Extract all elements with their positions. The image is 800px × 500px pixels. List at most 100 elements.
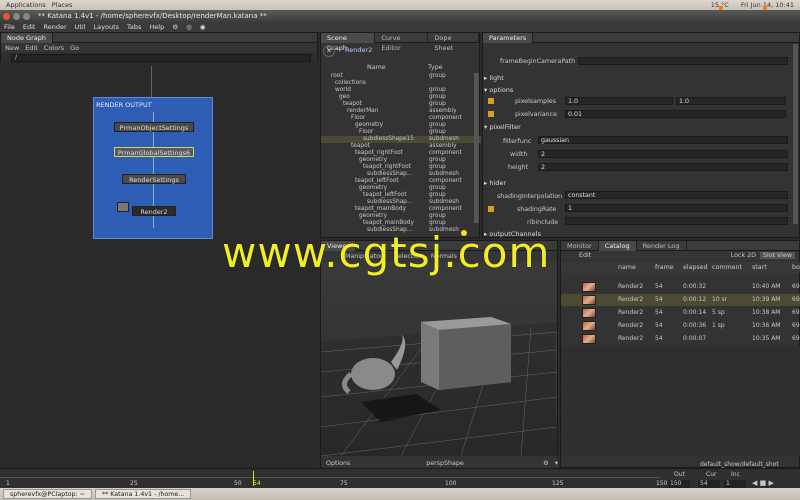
- render-icon[interactable]: ◉: [196, 23, 210, 31]
- catalog-menu-edit[interactable]: Edit: [579, 252, 591, 259]
- section-light[interactable]: ▸ light: [484, 74, 504, 82]
- catalog-cell-comment[interactable]: 1 sp: [712, 320, 725, 332]
- tab-node-graph[interactable]: Node Graph: [1, 32, 53, 43]
- scenegraph-scrollbar[interactable]: [474, 73, 479, 223]
- render-thumbnail[interactable]: [582, 282, 596, 292]
- render-thumbnail[interactable]: [582, 295, 596, 305]
- tab-catalog[interactable]: Catalog: [598, 240, 637, 251]
- menu-util[interactable]: Util: [71, 23, 90, 31]
- viewer-3d-viewport[interactable]: [321, 262, 557, 456]
- param-filterfunc-dropdown[interactable]: gaussian: [538, 136, 788, 144]
- param-shading-rate-field[interactable]: 1: [565, 204, 788, 212]
- scenegraph-row[interactable]: subdiessShap... subdmesh: [321, 199, 481, 206]
- scenegraph-row[interactable]: collections: [321, 80, 481, 87]
- taskbar-item-katana[interactable]: ** Katana 1.4v1 - /home...: [94, 489, 192, 499]
- scenegraph-row[interactable]: teapot_mainBody group: [321, 220, 481, 227]
- scenegraph-row[interactable]: teapot_leftFoot group: [321, 192, 481, 199]
- scenegraph-row[interactable]: root group: [321, 73, 481, 80]
- tab-render-log[interactable]: Render Log: [637, 240, 687, 251]
- node-render2[interactable]: Render2: [132, 206, 176, 216]
- os-menu-applications[interactable]: Applications: [6, 1, 46, 9]
- section-options[interactable]: ▾ options: [484, 86, 513, 94]
- minimize-icon[interactable]: [13, 12, 20, 20]
- col-header-name[interactable]: name: [618, 262, 636, 273]
- scenegraph-row[interactable]: geometry group: [321, 185, 481, 192]
- increment-field[interactable]: 1: [724, 480, 746, 488]
- param-shading-interp-dropdown[interactable]: constant: [565, 191, 788, 199]
- tab-curve-editor[interactable]: Curve Editor: [375, 32, 429, 52]
- col-header-name[interactable]: Name: [367, 64, 386, 71]
- catalog-row[interactable]: Render2 54 0:00:12 10 sr 10:39 AM 69: [561, 294, 800, 306]
- lock-2d-toggle[interactable]: Lock 2D: [731, 252, 756, 259]
- param-pixelsamples-x[interactable]: 1.0: [565, 97, 673, 105]
- param-frame-begin-field[interactable]: [578, 57, 788, 65]
- settings-icon[interactable]: ⚙: [168, 23, 182, 31]
- scenegraph-row[interactable]: geometry group: [321, 157, 481, 164]
- col-header-frame[interactable]: frame: [655, 262, 674, 273]
- scenegraph-row[interactable]: teapot_leftFoot component: [321, 178, 481, 185]
- render-output-group[interactable]: RENDER OUTPUT PrmanObjectSettings PrmanG…: [93, 97, 213, 239]
- tab-monitor[interactable]: Monitor: [561, 240, 599, 251]
- scenegraph-row[interactable]: geo group: [321, 94, 481, 101]
- catalog-row[interactable]: Render2 54 0:00:36 1 sp 10:36 AM 69: [561, 320, 800, 332]
- node-prman-global-settings[interactable]: PrmanGlobalSettings6: [114, 147, 194, 157]
- scenegraph-row[interactable]: teapot assembly: [321, 143, 481, 150]
- section-pixelfilter[interactable]: ▾ pixelFilter: [484, 123, 521, 131]
- param-height-field[interactable]: 2: [538, 163, 788, 171]
- scenegraph-row[interactable]: geometry group: [321, 213, 481, 220]
- col-header-type[interactable]: Type: [428, 64, 442, 71]
- nodegraph-menu-go[interactable]: Go: [70, 44, 79, 52]
- scenegraph-row[interactable]: teapot_rightFoot component: [321, 150, 481, 157]
- sphere-icon[interactable]: ◎: [182, 23, 196, 31]
- nodegraph-menu-new[interactable]: New: [5, 44, 19, 52]
- menu-tabs[interactable]: Tabs: [123, 23, 145, 31]
- catalog-row[interactable]: Render2 54 0:00:32 10:40 AM 69: [561, 281, 800, 293]
- param-width-field[interactable]: 2: [538, 150, 788, 158]
- node-render-settings[interactable]: RenderSettings: [122, 174, 186, 184]
- settings-icon[interactable]: ⚙: [543, 460, 549, 467]
- scenegraph-row[interactable]: Floor component: [321, 115, 481, 122]
- chevron-down-icon[interactable]: ▾: [555, 460, 558, 467]
- col-header-bo[interactable]: bo: [792, 262, 800, 273]
- current-frame-field[interactable]: 54: [698, 480, 720, 488]
- col-header-elapsed[interactable]: elapsed: [683, 262, 708, 273]
- col-header-comment[interactable]: comment: [712, 262, 742, 273]
- scenegraph-row[interactable]: geometry group: [321, 122, 481, 129]
- render-thumbnail[interactable]: [582, 308, 596, 318]
- taskbar-item-terminal[interactable]: spherevfx@PClaptop: ~: [3, 489, 92, 499]
- tab-parameters[interactable]: Parameters: [483, 32, 534, 43]
- col-header-start[interactable]: start: [752, 262, 767, 273]
- play-controls-icon[interactable]: ◀ ■ ▶: [752, 479, 774, 487]
- os-menu-places[interactable]: Places: [52, 1, 73, 9]
- scenegraph-row[interactable]: subdiessShape15 subdmesh: [321, 136, 481, 143]
- param-pixelvariance-field[interactable]: 0.01: [565, 110, 786, 118]
- nodegraph-menu-edit[interactable]: Edit: [25, 44, 38, 52]
- scenegraph-row[interactable]: teapot_rightFoot group: [321, 164, 481, 171]
- catalog-cell-comment[interactable]: 5 sp: [712, 307, 725, 319]
- menu-render[interactable]: Render: [39, 23, 70, 31]
- param-ribinclude-field[interactable]: [565, 217, 788, 225]
- catalog-row[interactable]: Render2 54 0:00:14 5 sp 10:38 AM 69: [561, 307, 800, 319]
- viewer-options-button[interactable]: Options: [326, 460, 350, 467]
- scenegraph-row[interactable]: teapot group: [321, 101, 481, 108]
- timeline-playhead[interactable]: [253, 471, 254, 486]
- timeline-track[interactable]: [0, 477, 660, 478]
- render-thumbnail[interactable]: [582, 321, 596, 331]
- tab-scene-graph[interactable]: Scene Graph: [321, 32, 376, 52]
- nodegraph-menu-colors[interactable]: Colors: [44, 44, 64, 52]
- maximize-icon[interactable]: [23, 12, 30, 20]
- scenegraph-row[interactable]: renderMan assembly: [321, 108, 481, 115]
- menu-layouts[interactable]: Layouts: [90, 23, 123, 31]
- parameters-scrollbar[interactable]: [793, 44, 798, 224]
- catalog-row[interactable]: Render2 54 0:00:07 10:35 AM 69: [561, 333, 800, 345]
- viewer-camera-label[interactable]: perspShape: [426, 460, 463, 467]
- out-frame-field[interactable]: 150: [668, 480, 690, 488]
- menu-help[interactable]: Help: [145, 23, 168, 31]
- catalog-cell-comment[interactable]: 10 sr: [712, 294, 727, 306]
- scenegraph-render-node[interactable]: Render2: [345, 46, 372, 54]
- nodegraph-path-field[interactable]: /: [11, 54, 311, 62]
- scenegraph-row[interactable]: world group: [321, 87, 481, 94]
- menu-file[interactable]: File: [0, 23, 19, 31]
- param-pixelsamples-y[interactable]: 1.0: [676, 97, 786, 105]
- close-icon[interactable]: ✕: [323, 45, 335, 57]
